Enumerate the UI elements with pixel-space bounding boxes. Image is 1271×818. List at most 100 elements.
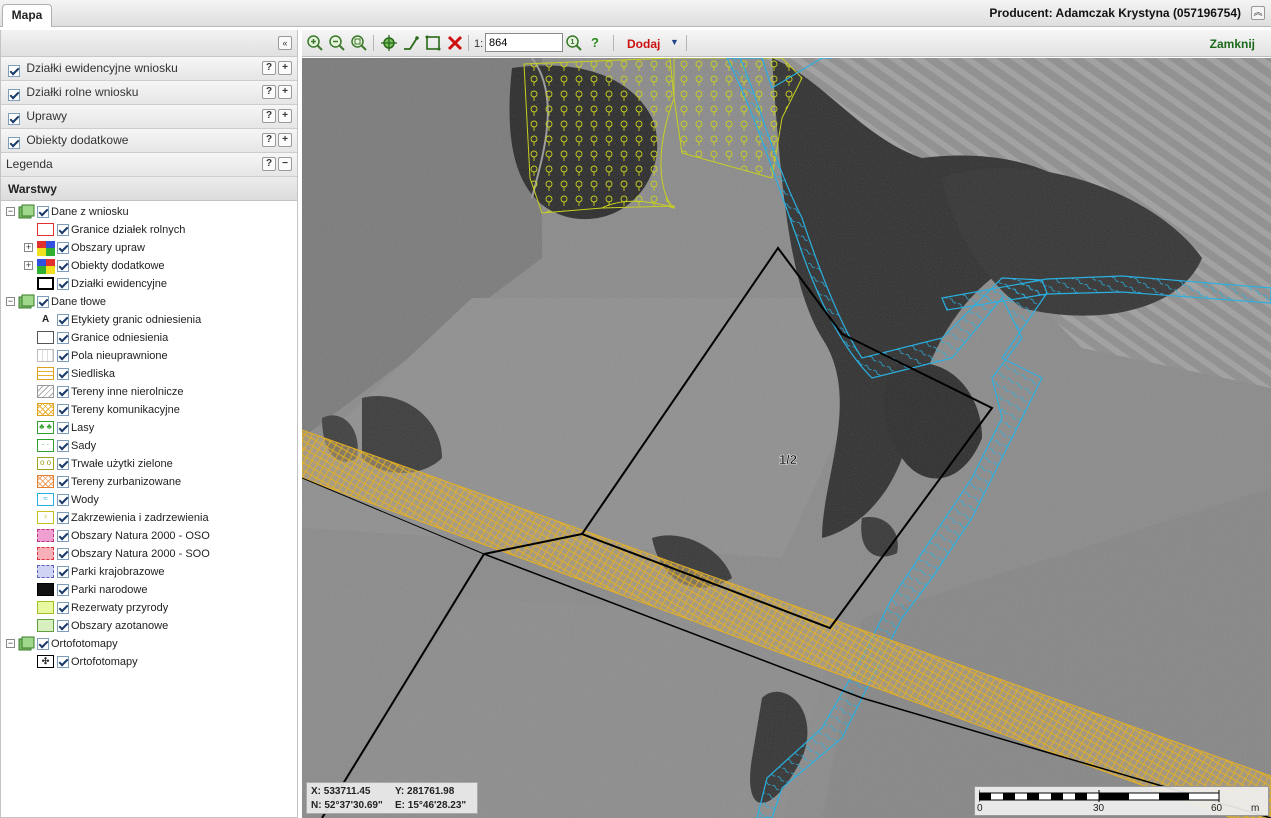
zoom-in-icon[interactable] [306, 34, 324, 52]
orchard-polygon[interactable] [523, 58, 675, 214]
layer-checkbox[interactable] [57, 440, 69, 452]
layer-checkbox[interactable] [57, 242, 69, 254]
layer-label: Obiekty dodatkowe [71, 260, 165, 272]
zoom-scale-icon[interactable]: 1 [565, 34, 583, 52]
toolbar-separator [468, 35, 469, 51]
zoom-extent-icon[interactable] [350, 34, 368, 52]
collapse-toggle[interactable]: − [6, 207, 15, 216]
layer-label: Działki ewidencyjne [71, 278, 167, 290]
layer-label: Granice odniesienia [71, 332, 169, 344]
layer-checkbox[interactable] [57, 476, 69, 488]
layer-checkbox[interactable] [57, 404, 69, 416]
layer-sady: · · Sady [1, 437, 297, 455]
help-button[interactable]: ? [262, 133, 276, 147]
layer-checkbox[interactable] [57, 512, 69, 524]
section-label: Legenda [6, 157, 53, 171]
measure-line-icon[interactable] [402, 34, 420, 52]
collapse-panel-button[interactable]: « [278, 36, 292, 50]
section-checkbox[interactable] [8, 88, 20, 101]
layer-checkbox[interactable] [37, 296, 49, 308]
layer-checkbox[interactable] [57, 584, 69, 596]
dodaj-dropdown-icon[interactable]: ▼ [670, 37, 679, 47]
dodaj-button[interactable]: Dodaj [627, 37, 660, 51]
collapse-button[interactable]: − [278, 157, 292, 171]
help-button[interactable]: ? [262, 85, 276, 99]
layer-obszary-azotanowe: Obszary azotanowe [1, 617, 297, 635]
scale-input[interactable] [485, 33, 563, 52]
layer-checkbox[interactable] [37, 206, 49, 218]
collapse-toggle[interactable]: − [6, 639, 15, 648]
orchard-symbol-icon: · · [37, 439, 54, 452]
map-view[interactable]: 1/2 X: 533711.45 Y: 281761.98 N: 52°37'3… [302, 58, 1271, 818]
layer-label: Dane tłowe [51, 296, 107, 308]
layer-checkbox[interactable] [57, 278, 69, 290]
section-legenda[interactable]: Legenda ? − [1, 153, 297, 177]
expand-button[interactable]: + [278, 133, 292, 147]
section-checkbox[interactable] [8, 136, 20, 149]
pan-center-icon[interactable] [380, 34, 398, 52]
layer-natura-oso: Obszary Natura 2000 - OSO [1, 527, 297, 545]
layer-checkbox[interactable] [57, 422, 69, 434]
layer-label: Obszary upraw [71, 242, 145, 254]
layer-checkbox[interactable] [57, 602, 69, 614]
layer-checkbox[interactable] [57, 224, 69, 236]
layer-checkbox[interactable] [57, 386, 69, 398]
expand-button[interactable]: + [278, 109, 292, 123]
section-checkbox[interactable] [8, 112, 20, 125]
map-canvas[interactable]: 1/2 [302, 58, 1271, 818]
section-checkbox[interactable] [8, 64, 20, 77]
layer-checkbox[interactable] [57, 530, 69, 542]
expand-button[interactable]: + [278, 85, 292, 99]
panel-header: « [1, 30, 297, 57]
layer-checkbox[interactable] [57, 260, 69, 272]
layer-checkbox[interactable] [57, 620, 69, 632]
help-button[interactable]: ? [262, 109, 276, 123]
help-button[interactable]: ? [262, 157, 276, 171]
layer-checkbox[interactable] [57, 548, 69, 560]
collapse-header-button[interactable]: ︽ [1251, 6, 1265, 20]
layer-tereny-zurbanizowane: Tereny zurbanizowane [1, 473, 297, 491]
layer-parki-narodowe: Parki narodowe [1, 581, 297, 599]
black-outline-symbol-icon [37, 277, 54, 290]
section-label: Działki ewidencyjne wniosku [26, 61, 178, 75]
section-uprawy[interactable]: Uprawy ? + [1, 105, 297, 129]
chevron-up-icon: ︽ [1253, 7, 1263, 17]
urban-symbol-icon [37, 475, 54, 488]
layer-zakrzewienia: ♀ Zakrzewienia i zadrzewienia [1, 509, 297, 527]
expand-button[interactable]: + [278, 61, 292, 75]
layer-checkbox[interactable] [57, 368, 69, 380]
section-dzialki-ewidencyjne[interactable]: Działki ewidencyjne wniosku ? + [1, 57, 297, 81]
toolbar-separator [613, 35, 614, 51]
measure-area-icon[interactable] [424, 34, 442, 52]
layer-obiekty-dodatkowe: + Obiekty dodatkowe [1, 257, 297, 275]
layer-checkbox[interactable] [57, 566, 69, 578]
expand-toggle[interactable]: + [24, 243, 33, 252]
layer-label: Parki krajobrazowe [71, 566, 165, 578]
section-dzialki-rolne[interactable]: Działki rolne wniosku ? + [1, 81, 297, 105]
crosshatch-symbol-icon [37, 403, 54, 416]
help-icon[interactable]: ? [591, 35, 599, 50]
layer-checkbox[interactable] [57, 314, 69, 326]
layer-checkbox[interactable] [57, 332, 69, 344]
zamknij-button[interactable]: Zamknij [1210, 37, 1255, 51]
help-button[interactable]: ? [262, 61, 276, 75]
layer-group-dane-tlowe: − Dane tłowe [1, 293, 297, 311]
zoom-out-icon[interactable] [328, 34, 346, 52]
expand-toggle[interactable]: + [24, 261, 33, 270]
layer-checkbox[interactable] [57, 656, 69, 668]
section-obiekty-dodatkowe[interactable]: Obiekty dodatkowe ? + [1, 129, 297, 153]
layer-checkbox[interactable] [57, 494, 69, 506]
map-toolbar: 1: 1 ? Dodaj ▼ Zamknij [302, 30, 1271, 57]
layer-label: Trwałe użytki zielone [71, 458, 173, 470]
tab-mapa[interactable]: Mapa [2, 4, 52, 27]
svg-text:1: 1 [571, 39, 575, 46]
toolbar-separator [686, 35, 687, 51]
gray-outline-symbol-icon [37, 331, 54, 344]
layer-label: Parki narodowe [71, 584, 148, 596]
collapse-toggle[interactable]: − [6, 297, 15, 306]
layer-checkbox[interactable] [57, 350, 69, 362]
clear-icon[interactable] [446, 34, 464, 52]
layer-checkbox[interactable] [57, 458, 69, 470]
layer-label: Tereny komunikacyjne [71, 404, 180, 416]
layer-checkbox[interactable] [37, 638, 49, 650]
